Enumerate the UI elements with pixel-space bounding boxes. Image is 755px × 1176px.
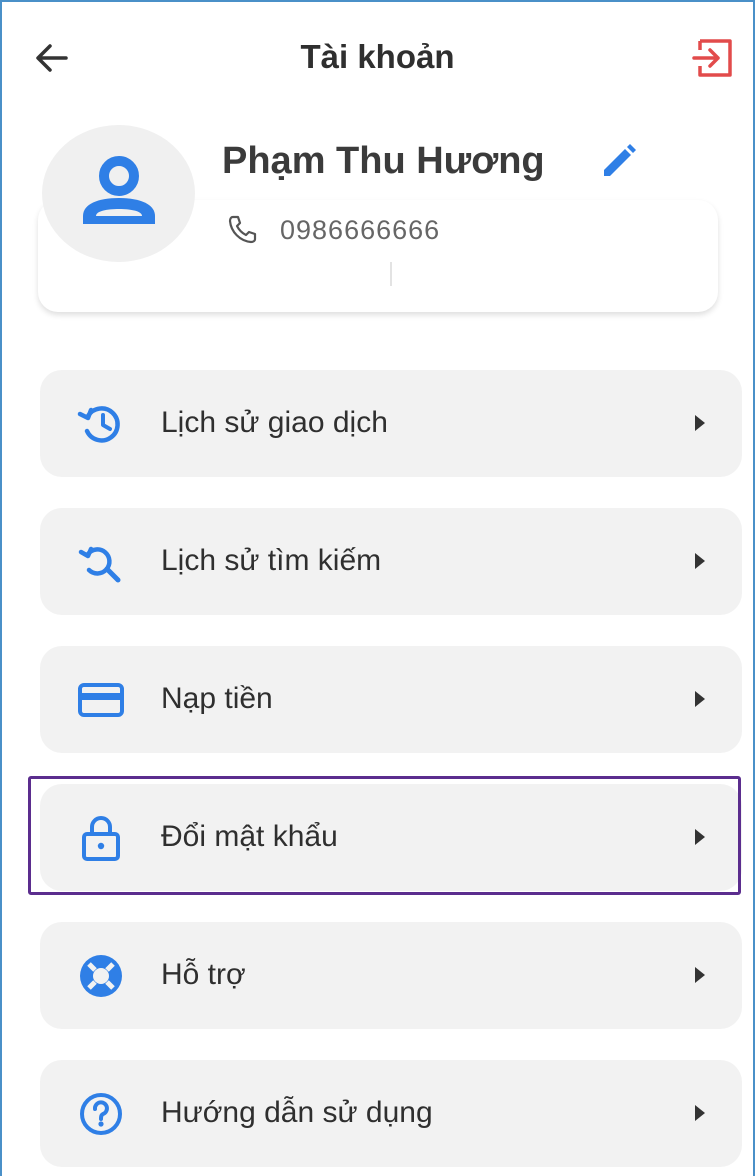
page-title: Tài khoản: [300, 38, 455, 75]
help-circle-icon: [76, 1089, 126, 1139]
menu-item-search-history[interactable]: Lịch sử tìm kiếm: [40, 508, 742, 615]
phone-icon: [226, 213, 258, 245]
history-icon: [76, 399, 126, 449]
credit-card-icon: [76, 675, 126, 725]
chevron-right-icon: [695, 691, 705, 707]
phone-number: 0986666666: [280, 215, 441, 245]
menu-item-change-password[interactable]: Đổi mật khẩu: [40, 784, 742, 891]
menu-item-label: Hỗ trợ: [161, 958, 246, 991]
chevron-right-icon: [695, 967, 705, 983]
menu-item-label: Đổi mật khẩu: [161, 820, 338, 853]
edit-profile-button[interactable]: [598, 140, 640, 182]
pencil-icon: [604, 144, 636, 176]
logout-button[interactable]: [690, 37, 736, 79]
menu-item-label: Hướng dẫn sử dụng: [161, 1096, 433, 1129]
menu-item-transaction-history[interactable]: Lịch sử giao dịch: [40, 370, 742, 477]
menu-item-label: Lịch sử tìm kiếm: [161, 544, 382, 577]
menu-item-user-guide[interactable]: Hướng dẫn sử dụng: [40, 1060, 742, 1167]
chevron-right-icon: [695, 829, 705, 845]
chevron-right-icon: [695, 415, 705, 431]
top-bar: Tài khoản: [0, 0, 755, 115]
menu-item-support[interactable]: Hỗ trợ: [40, 922, 742, 1029]
avatar: [42, 125, 195, 262]
user-icon: [82, 155, 155, 224]
menu-item-label: Nạp tiền: [161, 682, 273, 715]
lifebuoy-icon: [76, 951, 126, 1001]
search-history-icon: [76, 537, 126, 587]
profile-name: Phạm Thu Hương: [222, 140, 545, 182]
chevron-right-icon: [695, 1105, 705, 1121]
card-divider: [390, 262, 392, 286]
chevron-right-icon: [695, 553, 705, 569]
lock-icon: [76, 813, 126, 863]
menu-item-label: Lịch sử giao dịch: [161, 406, 388, 439]
logout-icon: [692, 39, 732, 77]
menu-item-top-up[interactable]: Nạp tiền: [40, 646, 742, 753]
